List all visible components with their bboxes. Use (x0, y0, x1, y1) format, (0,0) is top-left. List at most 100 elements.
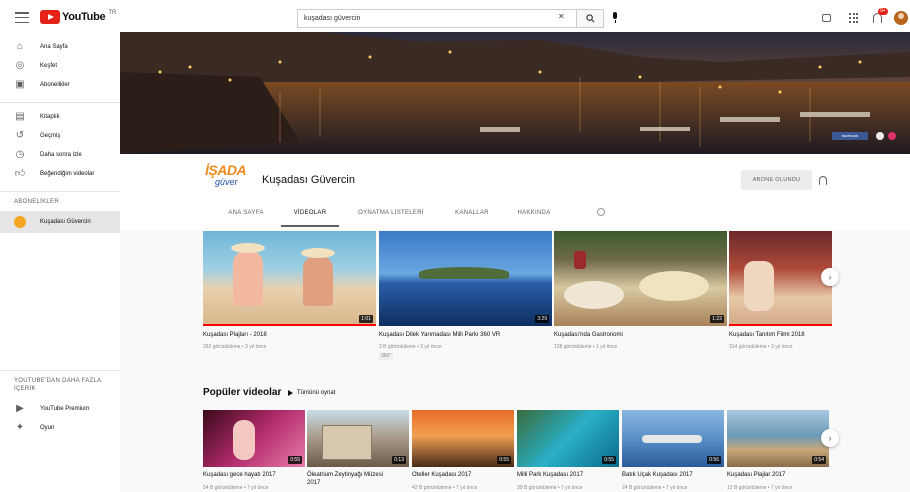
create-video-icon[interactable] (822, 14, 831, 22)
video-title[interactable]: Kuşadası Plajlar 2017 (727, 471, 785, 479)
watch-progress (729, 324, 832, 326)
video-duration: 3:29 (535, 315, 549, 323)
video-thumbnail[interactable]: 0:56 (622, 410, 724, 467)
instagram-link-icon[interactable] (888, 132, 896, 140)
home-icon: ⌂ (16, 41, 24, 52)
search-button[interactable] (577, 9, 604, 28)
video-thumbnail[interactable]: 0:55 (517, 410, 619, 467)
next-popular-button[interactable]: › (821, 429, 839, 447)
channel-logo-main: İŞADA (205, 162, 247, 178)
video-meta: 12 B görüntüleme • 7 yıl önce (727, 485, 793, 491)
microphone-icon[interactable] (612, 12, 618, 23)
youtube-logo[interactable]: YouTube TR (40, 10, 116, 24)
video-duration: 0:55 (497, 456, 511, 464)
logo-text: YouTube (62, 11, 106, 23)
gaming-icon: ✦ (15, 422, 25, 433)
video-badge-360: 360° (379, 353, 394, 360)
channel-logo[interactable]: İŞADA güver (205, 163, 255, 199)
sidebar-item-gaming[interactable]: ✦ Oyun (0, 417, 120, 439)
channel-search-icon[interactable] (597, 208, 605, 216)
video-meta: 39 B görüntüleme • 7 yıl önce (517, 485, 583, 491)
library-icon: ▤ (15, 111, 25, 122)
subscriptions-heading: ABONELİKLER (14, 199, 59, 205)
more-from-youtube-heading: YOUTUBE'DAN DAHA FAZLA İÇERİK (14, 378, 102, 392)
video-thumbnail[interactable]: 1:22 (554, 231, 727, 326)
channel-avatar (14, 216, 26, 228)
video-thumbnail[interactable]: 0:55 (412, 410, 514, 467)
channel-banner: facebook (120, 32, 910, 154)
sidebar-item-label: Daha sonra izle (40, 152, 82, 158)
video-duration: 0:55 (288, 456, 302, 464)
video-title[interactable]: Öleatrium Zeytinyağı Müzesi (307, 471, 383, 479)
video-thumbnail[interactable]: 1:01 (203, 231, 376, 326)
video-meta: 262 görüntüleme • 3 yıl önce (203, 344, 267, 350)
video-meta: 54 B görüntüleme • 7 yıl önce (203, 485, 269, 491)
tab-playlists[interactable]: OYNATMA LİSTELERİ (343, 203, 439, 227)
video-title[interactable]: Milli Park Kuşadası 2017 (517, 471, 583, 479)
sidebar-item-label: YouTube Premium (40, 406, 90, 412)
channel-title: Kuşadası Güvercin (262, 174, 355, 186)
notification-badge: 9+ (878, 8, 888, 15)
play-all-button[interactable]: Tümünü oynat (288, 390, 335, 396)
sidebar-item-label: Kuşadası Güvercin (40, 219, 91, 225)
avatar[interactable] (894, 11, 908, 25)
video-duration: 0:13 (392, 456, 406, 464)
sidebar-item-label: Geçmiş (40, 133, 61, 139)
video-thumbnail[interactable]: 3:29 (379, 231, 552, 326)
explore-icon: ◎ (15, 60, 25, 71)
sidebar-divider (0, 102, 120, 103)
video-meta: 3 B görüntüleme • 3 yıl önce (379, 344, 442, 350)
video-title[interactable]: Kuşadası Plajları - 2018 (203, 331, 267, 339)
section-title: Popüler videolar (203, 387, 282, 398)
video-title[interactable]: Kuşadası Dilek Yarımadası Milli Parkı 36… (379, 331, 500, 339)
masthead: YouTube TR kuşadası güvercin ✕ 9+ (0, 0, 910, 36)
play-all-label: Tümünü oynat (297, 390, 336, 396)
sidebar-item-label: Abonelikler (40, 82, 70, 88)
video-meta: 128 görüntüleme • 1 yıl önce (554, 344, 618, 350)
video-thumbnail[interactable]: 0:13 (307, 410, 409, 467)
subscriptions-icon: ▣ (15, 79, 25, 90)
sidebar-item-label: Beğendiğim videolar (40, 171, 95, 177)
menu-icon[interactable] (15, 12, 29, 23)
logo-country: TR (108, 10, 117, 16)
notification-bell-icon[interactable] (819, 176, 827, 185)
video-title-line2[interactable]: 2017 (307, 479, 320, 487)
channel-logo-sub: güver (215, 177, 238, 187)
video-title[interactable]: Kuşadası Tanıtım Filmi 2018 (729, 331, 805, 339)
video-thumbnail[interactable]: 0:54 (727, 410, 829, 467)
sidebar-item-subscription[interactable]: Kuşadası Güvercin (0, 211, 120, 233)
watch-progress (203, 324, 376, 326)
search-input[interactable]: kuşadası güvercin (297, 9, 577, 28)
tab-channels[interactable]: KANALLAR (445, 203, 499, 227)
video-title[interactable]: Kuşadası gece hayatı 2017 (203, 471, 276, 479)
search-icon (585, 14, 594, 23)
video-duration: 1:22 (710, 315, 724, 323)
video-title[interactable]: Batık Uçak Kuşadası 2017 (622, 471, 693, 479)
youtube-play-icon (40, 10, 60, 24)
apps-icon[interactable] (849, 13, 859, 23)
video-title[interactable]: Kuşadası'nda Gastronomi (554, 331, 623, 339)
sidebar-divider (0, 370, 120, 371)
video-meta: 24 B görüntüleme • 7 yıl önce (622, 485, 688, 491)
sidebar-item-label: Ana Sayfa (40, 44, 68, 50)
watch-later-icon: ◷ (15, 149, 25, 160)
subscribe-button[interactable]: ABONE OLUNDU (741, 170, 812, 190)
website-link-icon[interactable] (876, 132, 884, 140)
sidebar-item-liked-videos[interactable]: 👍︎ Beğendiğim videolar (0, 163, 120, 185)
facebook-link[interactable]: facebook (832, 132, 868, 140)
tab-home[interactable]: ANA SAYFA (213, 203, 279, 227)
tab-about[interactable]: HAKKINDA (507, 203, 561, 227)
video-duration: 1:01 (359, 315, 373, 323)
video-title[interactable]: Oteller Kuşadası 2017 (412, 471, 471, 479)
clear-search-icon[interactable]: ✕ (558, 12, 565, 21)
video-thumbnail[interactable] (729, 231, 832, 326)
youtube-premium-icon: ▶ (16, 403, 24, 414)
video-thumbnail[interactable]: 0:55 (203, 410, 305, 467)
tab-videos[interactable]: VİDEOLAR (281, 203, 339, 227)
next-videos-button[interactable]: › (821, 268, 839, 286)
like-icon: 👍︎ (14, 168, 26, 179)
history-icon: ↺ (15, 130, 25, 141)
sidebar-item-subscriptions[interactable]: ▣ Abonelikler (0, 74, 120, 96)
sidebar-divider (0, 191, 120, 192)
play-icon (288, 390, 293, 396)
